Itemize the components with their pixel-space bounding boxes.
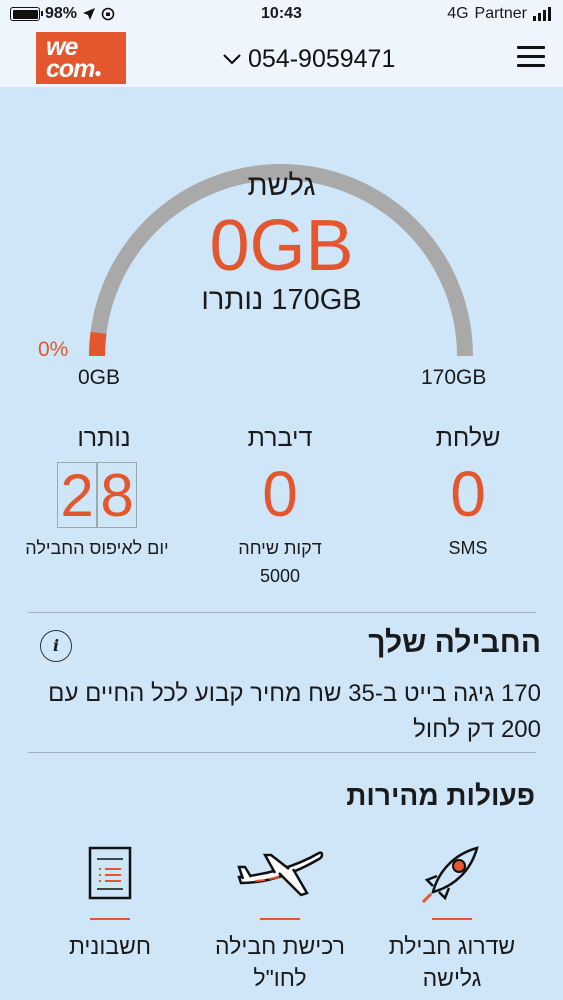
stat-sms-sub: SMS — [448, 538, 488, 558]
stat-days-label: נותרו — [77, 424, 131, 452]
stat-days[interactable]: נותרו 28 יום לאיפוס החבילה — [0, 424, 180, 562]
gauge-used-value: 0GB — [209, 206, 354, 286]
chevron-down-icon — [223, 54, 241, 65]
rocket-icon — [362, 838, 542, 908]
quick-actions-title: פעולות מהירות — [346, 780, 535, 811]
gauge-remaining: 170GB נותרו — [201, 284, 362, 316]
upgrade-label-line2: גלישה — [422, 965, 482, 991]
stat-talk-sub: דקות שיחה — [238, 538, 322, 558]
abroad-label-line1: רכישת חבילה — [215, 933, 345, 959]
abroad-label-line2: לחו"ל — [253, 965, 307, 991]
days-digit-2: 8 — [97, 462, 137, 529]
status-right: 4G Partner — [447, 5, 551, 23]
abroad-package-button[interactable]: רכישת חבילה לחו"ל — [190, 838, 370, 994]
stat-sms[interactable]: שלחת 0 SMS — [378, 424, 558, 562]
hamburger-menu-icon[interactable] — [517, 46, 545, 68]
stat-talk[interactable]: דיברת 0 דקות שיחה 5000 — [190, 424, 370, 590]
invoice-icon — [20, 838, 200, 908]
days-digit-1: 2 — [57, 462, 97, 529]
invoice-label: חשבונית — [68, 933, 152, 959]
gauge-title: גלשת — [247, 170, 316, 202]
upgrade-label-line1: שדרוג חבילת — [388, 933, 516, 959]
phone-number: 054-9059471 — [248, 44, 396, 73]
carrier-name: Partner — [474, 5, 527, 22]
gauge-min-label: 0GB — [78, 366, 121, 389]
gauge-percent: 0% — [38, 338, 69, 361]
status-bar: 98% 10:43 4G Partner — [0, 0, 563, 30]
stat-sms-label: שלחת — [435, 424, 501, 452]
network-type: 4G — [447, 5, 469, 22]
logo-line2: com● — [46, 55, 102, 83]
phone-number-selector[interactable]: 054-9059471 — [222, 42, 395, 76]
stat-sms-value: 0 — [450, 458, 486, 530]
stat-talk-value: 0 — [262, 458, 298, 530]
days-counter: 28 — [0, 458, 180, 534]
stat-days-sub: יום לאיפוס החבילה — [25, 538, 169, 558]
gauge-max-label: 170GB — [421, 366, 487, 389]
info-icon[interactable]: i — [40, 630, 72, 662]
invoice-button[interactable]: חשבונית — [20, 838, 200, 962]
package-description: 170 גיגה בייט ב-35 שח מחיר קבוע לכל החיי… — [48, 680, 541, 743]
upgrade-package-button[interactable]: שדרוג חבילת גלישה — [362, 838, 542, 994]
stat-talk-minutes: 5000 — [259, 566, 301, 586]
data-usage-gauge: גלשת 0GB 170GB נותרו 0% 0GB 170GB — [0, 88, 563, 398]
divider — [28, 612, 536, 613]
usage-stats: שלחת 0 SMS דיברת 0 דקות שיחה 5000 נותרו … — [0, 424, 563, 594]
divider — [28, 752, 536, 753]
airplane-icon — [190, 838, 370, 908]
app-header: we com● 054-9059471 — [0, 30, 563, 88]
wecom-logo[interactable]: we com● — [36, 32, 126, 84]
package-title: החבילה שלך — [368, 626, 541, 659]
stat-talk-label: דיברת — [247, 424, 313, 452]
signal-icon — [533, 7, 551, 21]
